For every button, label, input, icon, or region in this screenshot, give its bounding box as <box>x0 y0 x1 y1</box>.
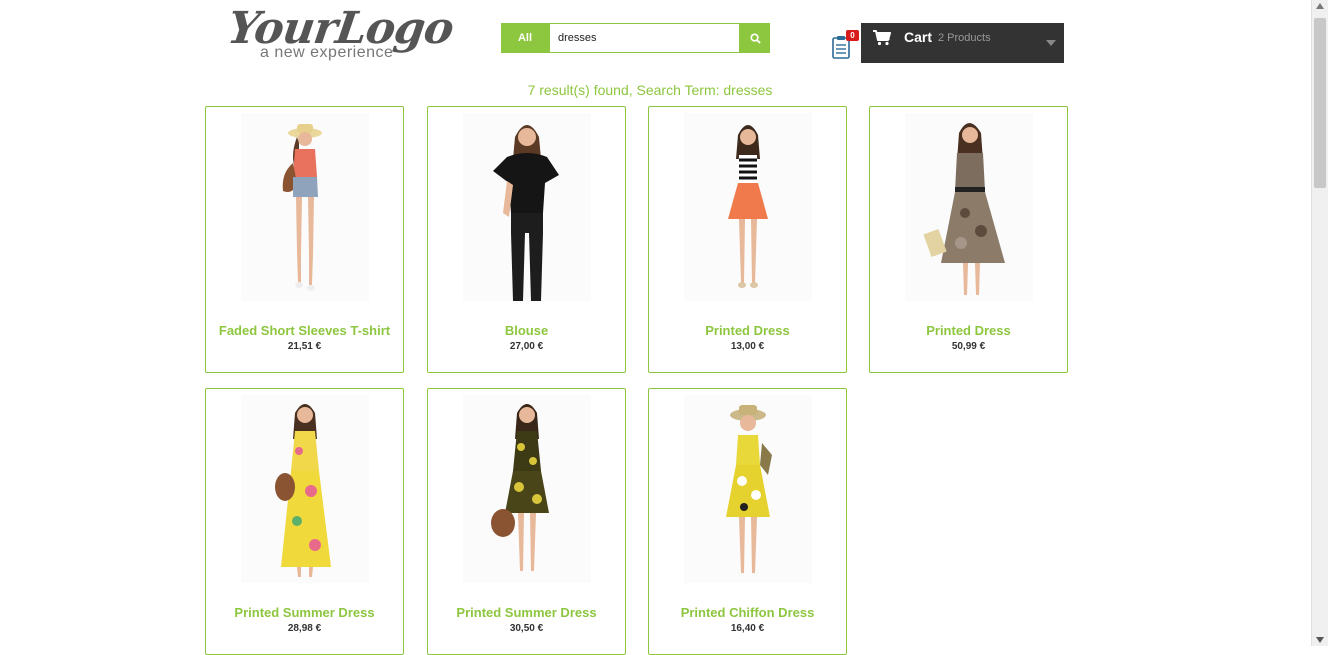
site-logo[interactable]: YourLogo a new experience <box>224 3 456 66</box>
product-card[interactable]: Blouse 27,00 € <box>427 106 626 373</box>
product-price: 27,00 € <box>509 341 544 352</box>
product-card[interactable]: Printed Summer Dress 28,98 € <box>205 388 404 655</box>
shopping-cart-icon <box>873 30 891 46</box>
scroll-up-arrow-icon[interactable] <box>1316 3 1324 9</box>
product-image[interactable] <box>684 395 812 583</box>
search-input[interactable] <box>549 23 740 53</box>
compare-count-badge: 0 <box>846 30 859 41</box>
product-image[interactable] <box>241 395 369 583</box>
product-card[interactable]: Faded Short Sleeves T-shirt 21,51 € <box>205 106 404 373</box>
product-card[interactable]: Printed Summer Dress 30,50 € <box>427 388 626 655</box>
product-card[interactable]: Printed Chiffon Dress 16,40 € <box>648 388 847 655</box>
scroll-down-arrow-icon[interactable] <box>1316 637 1324 643</box>
product-image[interactable] <box>241 113 369 301</box>
search-bar: All <box>501 23 770 53</box>
vertical-scrollbar[interactable] <box>1311 0 1328 646</box>
product-name[interactable]: Blouse <box>428 323 625 338</box>
product-price: 28,98 € <box>287 623 322 634</box>
product-card[interactable]: Printed Dress 13,00 € <box>648 106 847 373</box>
cart-label: Cart <box>904 29 933 45</box>
scrollbar-thumb[interactable] <box>1314 18 1326 188</box>
product-card[interactable]: Printed Dress 50,99 € <box>869 106 1068 373</box>
product-price: 21,51 € <box>287 341 322 352</box>
cart-count: 2 Products <box>938 32 991 44</box>
product-image[interactable] <box>463 395 591 583</box>
product-price: 16,40 € <box>730 623 765 634</box>
caret-down-icon <box>1046 40 1056 46</box>
search-button[interactable] <box>740 23 770 53</box>
product-name[interactable]: Printed Chiffon Dress <box>649 605 846 620</box>
search-results-summary: 7 result(s) found, Search Term: dresses <box>527 82 773 98</box>
product-price: 30,50 € <box>509 623 544 634</box>
product-name[interactable]: Printed Dress <box>649 323 846 338</box>
product-price: 50,99 € <box>951 341 986 352</box>
cart-button[interactable]: Cart 2 Products <box>861 23 1064 63</box>
product-image[interactable] <box>684 113 812 301</box>
product-name[interactable]: Printed Summer Dress <box>206 605 403 620</box>
product-image[interactable] <box>463 113 591 301</box>
search-category-select[interactable]: All <box>501 23 549 53</box>
logo-tagline: a new experience <box>260 44 394 61</box>
search-icon <box>749 32 761 44</box>
product-name[interactable]: Faded Short Sleeves T-shirt <box>206 323 403 338</box>
product-price: 13,00 € <box>730 341 765 352</box>
product-image[interactable] <box>905 113 1033 301</box>
compare-button[interactable]: 0 <box>832 30 859 59</box>
product-name[interactable]: Printed Dress <box>870 323 1067 338</box>
product-name[interactable]: Printed Summer Dress <box>428 605 625 620</box>
